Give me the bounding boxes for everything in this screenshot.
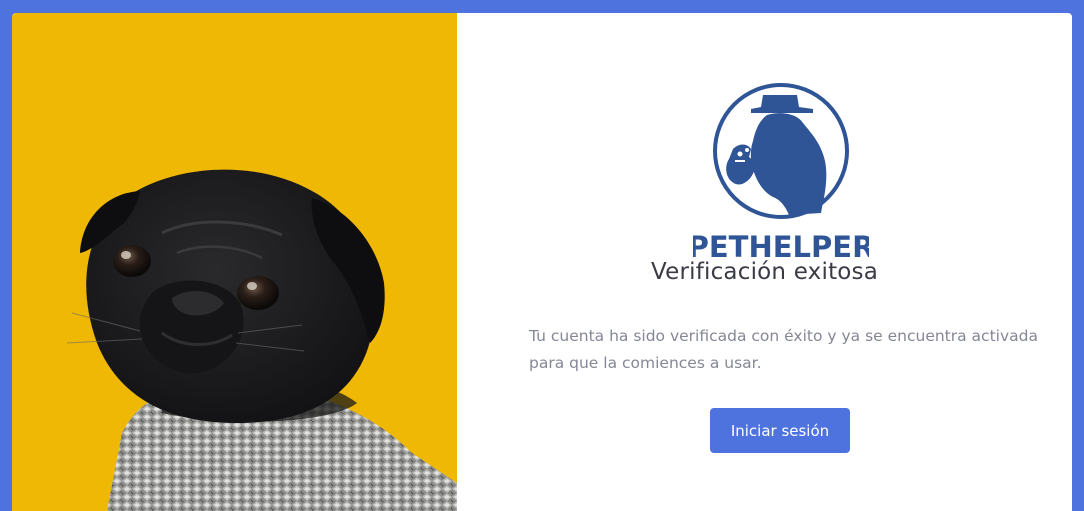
content-panel: PETHELPER Verificación exitosa Tu cuenta… [457, 13, 1072, 511]
hero-photo [12, 13, 457, 511]
verification-card: PETHELPER Verificación exitosa Tu cuenta… [12, 13, 1072, 511]
pethelper-logo: PETHELPER [693, 83, 869, 264]
verification-message: Tu cuenta ha sido verificada con éxito y… [529, 327, 1038, 372]
login-button[interactable]: Iniciar sesión [710, 408, 850, 453]
page-title: Verificación exitosa [650, 259, 879, 285]
